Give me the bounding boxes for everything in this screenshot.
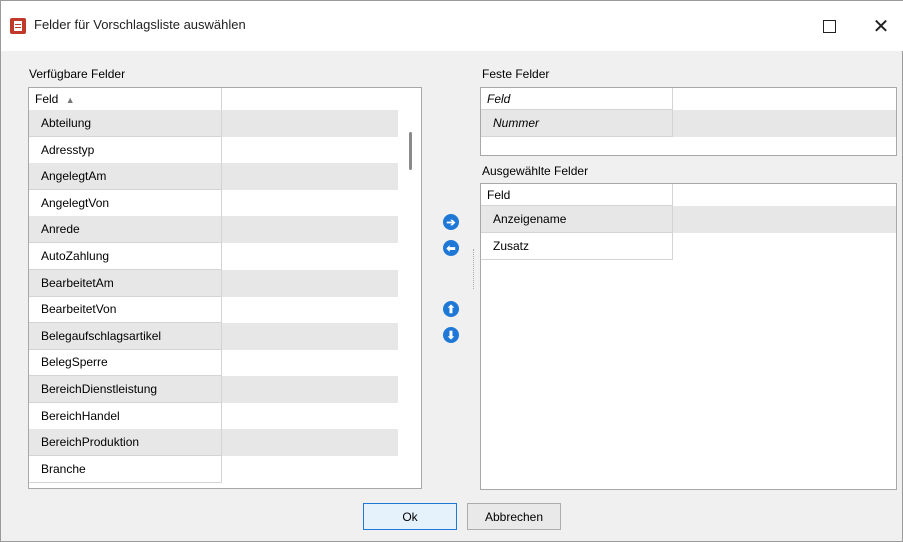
ok-button[interactable]: Ok [363, 503, 457, 530]
arrow-down-circle-icon[interactable]: ⬇ [443, 327, 459, 343]
list-item[interactable]: Belegaufschlagsartikel [29, 322, 222, 350]
row-fill [222, 376, 398, 403]
selected-field-row[interactable]: Anzeigename [481, 206, 673, 233]
list-item[interactable]: Branche [29, 455, 222, 483]
selected-fields-label: Ausgewählte Felder [482, 164, 589, 178]
list-item[interactable]: AngelegtAm [29, 163, 222, 191]
fixed-column-header: Feld [481, 88, 673, 110]
scrollbar-thumb[interactable] [409, 132, 412, 170]
row-fill [222, 429, 398, 457]
cancel-button[interactable]: Abbrechen [467, 503, 561, 530]
vertical-scrollbar[interactable] [400, 110, 421, 488]
selected-fields-list[interactable]: Feld Anzeigename Zusatz [480, 183, 897, 490]
row-fill [222, 269, 398, 297]
list-item[interactable]: BearbeitetVon [29, 296, 222, 324]
list-item[interactable]: AngelegtVon [29, 189, 222, 217]
form-list-icon [10, 18, 26, 34]
list-item[interactable]: BearbeitetAm [29, 269, 222, 297]
available-fields-list[interactable]: Feld ▲ Abteilung Adresstyp AngelegtAm Angel… [28, 87, 422, 489]
column-header-feld[interactable]: Feld ▲ [29, 88, 222, 110]
list-item[interactable]: Anrede [29, 216, 222, 244]
list-item[interactable]: BereichHandel [29, 402, 222, 430]
list-item[interactable]: AutoZahlung [29, 243, 222, 270]
row-fill [222, 110, 398, 137]
dialog-window: Felder für Vorschlagsliste auswählen ✕ V… [0, 0, 903, 542]
maximize-button[interactable] [806, 1, 852, 51]
title-bar: Felder für Vorschlagsliste auswählen ✕ [1, 1, 903, 51]
list-item[interactable]: BereichDienstleistung [29, 376, 222, 403]
list-item[interactable]: BelegSperre [29, 349, 222, 377]
sort-ascending-icon: ▲ [65, 95, 75, 105]
row-fill [673, 110, 896, 137]
arrow-up-circle-icon[interactable]: ⬆ [443, 301, 459, 317]
row-fill [222, 163, 398, 191]
row-fill [673, 206, 896, 233]
column-header-label: Feld [35, 92, 59, 106]
list-item[interactable]: BereichProduktion [29, 429, 222, 457]
arrow-left-circle-icon[interactable]: ⬅ [443, 240, 459, 256]
list-item[interactable]: Adresstyp [29, 136, 222, 164]
selected-field-row[interactable]: Zusatz [481, 233, 673, 260]
close-button[interactable]: ✕ [858, 1, 903, 51]
row-fill [222, 322, 398, 350]
selected-column-header[interactable]: Feld [481, 184, 673, 206]
splitter-handle[interactable] [473, 249, 475, 289]
fixed-field-row[interactable]: Nummer [481, 110, 673, 137]
window-title: Felder für Vorschlagsliste auswählen [34, 17, 246, 32]
fixed-fields-label: Feste Felder [482, 67, 550, 81]
list-item[interactable]: Abteilung [29, 110, 222, 137]
arrow-right-circle-icon[interactable]: ➔ [443, 214, 459, 230]
fixed-fields-list[interactable]: Feld Nummer [480, 87, 897, 156]
available-fields-label: Verfügbare Felder [29, 67, 126, 81]
maximize-icon [822, 19, 836, 33]
row-fill [222, 216, 398, 244]
